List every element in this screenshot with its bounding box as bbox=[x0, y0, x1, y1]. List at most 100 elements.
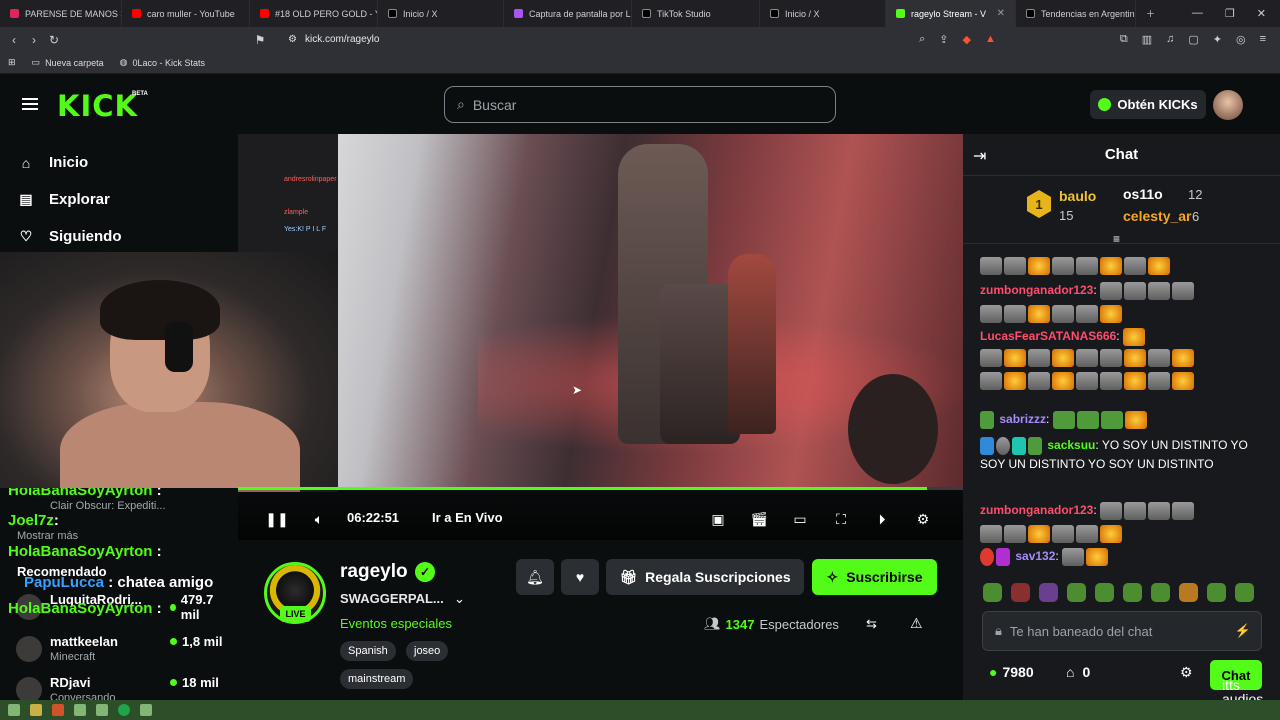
app-icon[interactable] bbox=[96, 704, 108, 716]
os-taskbar bbox=[0, 700, 1280, 720]
chat-settings-icon[interactable]: ⚙ bbox=[1180, 664, 1193, 681]
get-kicks-button[interactable]: Obtén KICKs bbox=[1090, 90, 1206, 119]
menu-icon[interactable]: ≡ bbox=[1260, 33, 1266, 46]
emote-button[interactable] bbox=[983, 583, 1002, 602]
wallet-icon[interactable]: ▢ bbox=[1188, 33, 1198, 46]
gift-subs-button[interactable]: 🎁︎ Regala Suscripciones bbox=[606, 559, 804, 595]
emote-button[interactable] bbox=[1235, 583, 1254, 602]
sidebar-item-explorar[interactable]: ▤ Explorar bbox=[18, 191, 109, 208]
share-icon[interactable]: ⇪ bbox=[939, 33, 948, 46]
tiktok-icon bbox=[642, 9, 651, 18]
leaderboard-name[interactable]: os11o bbox=[1123, 186, 1163, 202]
streamer-name[interactable]: rageylo bbox=[340, 561, 408, 583]
leaderboard-count: 15 bbox=[1059, 208, 1074, 223]
bookmark-link[interactable]: ◍ 0Laco - Kick Stats bbox=[120, 57, 205, 68]
sidebar-item-siguiendo[interactable]: ♡ Siguiendo bbox=[18, 228, 122, 245]
stream-tag[interactable]: mainstream bbox=[340, 669, 414, 689]
notification-bell-button[interactable]: 🔔︎ bbox=[516, 559, 554, 595]
stream-category-link[interactable]: Eventos especiales bbox=[340, 616, 452, 631]
recommended-channel[interactable]: mattkeelan Minecraft 1,8 mil bbox=[16, 634, 226, 674]
url-field[interactable]: ⚙ kick.com/rageylo bbox=[288, 34, 379, 45]
clip-icon[interactable]: 🎬︎ bbox=[750, 510, 768, 528]
extensions-icon[interactable]: ⧉ bbox=[1120, 33, 1128, 46]
emote-button[interactable] bbox=[1151, 583, 1170, 602]
browser-tab-active[interactable]: rageylo Stream - V ✕ bbox=[886, 0, 1016, 27]
leaderboard-count: 6 bbox=[1192, 209, 1200, 224]
report-icon[interactable]: ⚠ bbox=[910, 615, 923, 632]
leaderboard-name[interactable]: baulo bbox=[1059, 188, 1096, 204]
stream-tag[interactable]: Spanish bbox=[340, 641, 396, 661]
follow-button[interactable]: ♥ bbox=[561, 559, 599, 595]
browser-tab[interactable]: caro muller - YouTube bbox=[122, 0, 250, 27]
chevron-down-icon[interactable]: ⌄ bbox=[454, 591, 465, 607]
stream-tag[interactable]: joseo bbox=[406, 641, 449, 661]
search-input[interactable]: ⌕ Buscar bbox=[444, 86, 836, 123]
bookmark-icon[interactable]: ⚑ bbox=[250, 33, 270, 47]
emote-button[interactable] bbox=[1011, 583, 1030, 602]
forward-icon[interactable]: › bbox=[24, 33, 44, 47]
emote-button[interactable] bbox=[1123, 583, 1142, 602]
close-tab-icon[interactable]: ✕ bbox=[997, 8, 1005, 19]
kick-logo[interactable]: KICK bbox=[57, 89, 138, 123]
browser-tab[interactable]: #18 OLD PERO GOLD - Yo bbox=[250, 0, 378, 27]
speed-icon[interactable]: ⏵ bbox=[873, 510, 891, 528]
sidebar-item-inicio[interactable]: ⌂ Inicio bbox=[18, 154, 88, 171]
user-avatar[interactable] bbox=[1213, 90, 1243, 120]
file-explorer-icon[interactable] bbox=[30, 704, 42, 716]
emote-button[interactable] bbox=[1039, 583, 1058, 602]
go-live-button[interactable]: Ir a En Vivo bbox=[432, 510, 503, 525]
seek-bar[interactable] bbox=[238, 487, 963, 490]
emote-button[interactable] bbox=[1207, 583, 1226, 602]
kicks-balance[interactable]: ● 7980 bbox=[989, 664, 1034, 680]
youtube-icon bbox=[132, 9, 141, 18]
leaderboard-name[interactable]: celesty_ar bbox=[1123, 208, 1192, 224]
settings-gear-icon[interactable]: ⚙ bbox=[914, 510, 932, 528]
leo-icon[interactable]: ✦ bbox=[1213, 33, 1222, 46]
browser-tab[interactable]: Captura de pantalla por Li bbox=[504, 0, 632, 27]
browser-tab[interactable]: Inicio / X bbox=[760, 0, 886, 27]
emote-button[interactable] bbox=[1095, 583, 1114, 602]
subscribe-button[interactable]: ✧ Suscribirse bbox=[812, 559, 937, 595]
apps-icon[interactable]: ⊞ bbox=[8, 57, 16, 68]
emote-picker-icon[interactable]: ⚡ bbox=[1235, 623, 1251, 639]
recommended-channel[interactable]: RDjavi Conversando 18 mil bbox=[16, 675, 226, 700]
reload-icon[interactable]: ↻ bbox=[44, 33, 64, 47]
theater-mode-icon[interactable]: ▭ bbox=[791, 510, 809, 528]
fullscreen-icon[interactable]: ⛶ bbox=[832, 510, 850, 528]
show-more-link[interactable]: Mostrar más bbox=[17, 530, 78, 542]
emote-button[interactable] bbox=[1179, 583, 1198, 602]
volume-icon[interactable]: 🔈︎ bbox=[310, 510, 328, 528]
chat-input[interactable]: 🔒︎ Te han baneado del chat ⚡ bbox=[982, 611, 1262, 651]
share-icon[interactable]: ⇆ bbox=[866, 616, 877, 632]
zoom-icon[interactable]: ⌕ bbox=[919, 33, 925, 46]
maximize-icon[interactable]: ❐ bbox=[1225, 7, 1235, 20]
sidebar-toggle-icon[interactable]: ▥ bbox=[1142, 33, 1152, 46]
video-player[interactable] bbox=[338, 134, 963, 488]
bookmark-folder[interactable]: ▭ Nueva carpeta bbox=[32, 57, 104, 68]
expand-leaderboard-icon[interactable]: ≡ bbox=[1113, 232, 1120, 246]
browser-icon[interactable] bbox=[52, 704, 64, 716]
app-icon[interactable] bbox=[140, 704, 152, 716]
shield-icon[interactable]: ◆ bbox=[962, 33, 970, 46]
site-info-icon[interactable]: ⚙ bbox=[288, 34, 297, 45]
music-icon[interactable]: ♫ bbox=[1166, 33, 1174, 46]
rewards-icon[interactable]: ▲ bbox=[985, 33, 996, 46]
browser-tab[interactable]: Inicio / X bbox=[378, 0, 504, 27]
vpn-icon[interactable]: ◎ bbox=[1236, 33, 1246, 46]
back-icon[interactable]: ‹ bbox=[4, 33, 24, 47]
store-button[interactable]: ⌂ 0 bbox=[1066, 664, 1090, 680]
miniplayer-icon[interactable]: ▣ bbox=[709, 510, 727, 528]
browser-tab[interactable]: PARENSE DE MANOS 3 - E bbox=[0, 0, 122, 27]
sidebar-lower: HolaBanaSoyAyrton : Clair Obscur: Expedi… bbox=[0, 488, 238, 700]
pause-icon[interactable]: ❚❚ bbox=[265, 510, 288, 528]
browser-tab[interactable]: TikTok Studio bbox=[632, 0, 760, 27]
app-icon[interactable] bbox=[74, 704, 86, 716]
close-window-icon[interactable]: ✕ bbox=[1257, 7, 1266, 20]
emote-button[interactable] bbox=[1067, 583, 1086, 602]
spotify-icon[interactable] bbox=[118, 704, 130, 716]
new-tab-button[interactable]: ＋ bbox=[1136, 0, 1165, 27]
start-icon[interactable] bbox=[8, 704, 20, 716]
hamburger-menu-icon[interactable] bbox=[22, 98, 38, 110]
minimize-icon[interactable]: — bbox=[1192, 7, 1203, 20]
browser-tab[interactable]: Tendencias en Argentina bbox=[1016, 0, 1136, 27]
